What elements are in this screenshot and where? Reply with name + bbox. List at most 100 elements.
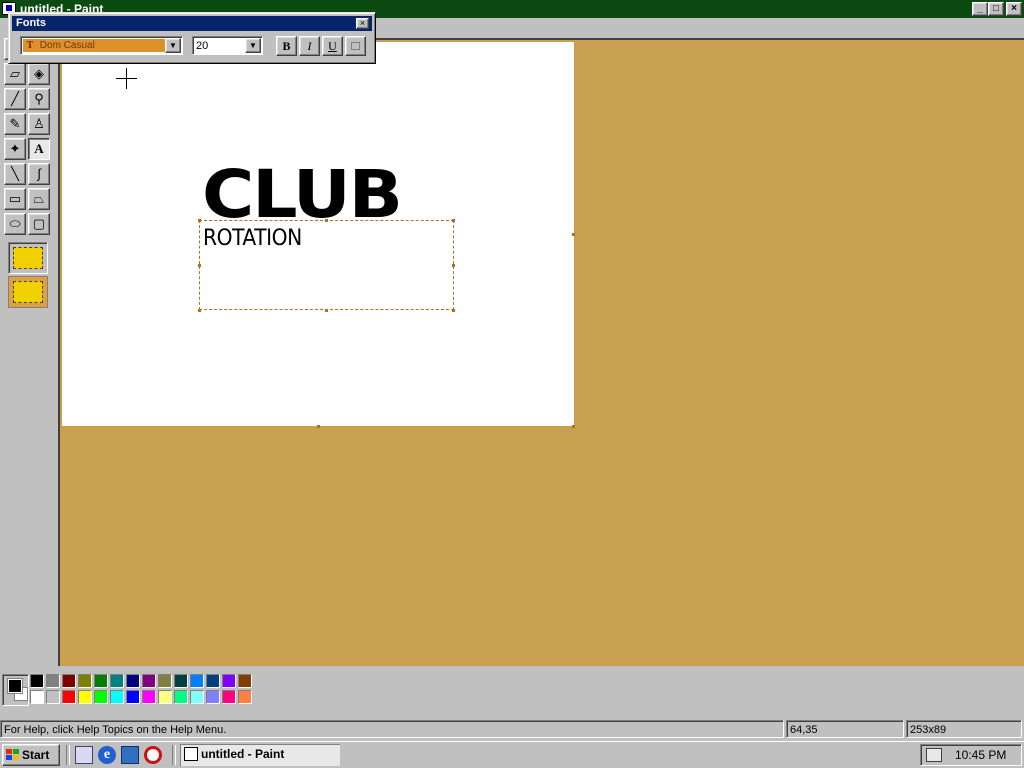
resize-handle[interactable]	[198, 219, 201, 222]
resize-handle[interactable]	[325, 219, 328, 222]
palette-swatch[interactable]	[190, 690, 204, 704]
palette-swatch[interactable]	[158, 690, 172, 704]
fonts-close-button[interactable]: ×	[356, 18, 369, 29]
tool-button[interactable]: ▢	[28, 213, 50, 235]
italic-button[interactable]: I	[299, 36, 320, 56]
current-colors[interactable]	[2, 674, 29, 706]
font-size-select[interactable]: 20 ▼	[192, 36, 263, 55]
network-icon[interactable]	[121, 746, 139, 764]
palette-swatch[interactable]	[62, 690, 76, 704]
minimize-button[interactable]: _	[972, 2, 988, 16]
fonts-title-bar[interactable]: Fonts ×	[12, 16, 372, 31]
palette-swatch[interactable]	[62, 674, 76, 688]
internet-explorer-icon[interactable]: e	[98, 746, 116, 764]
palette-swatch[interactable]	[190, 674, 204, 688]
tool-button[interactable]: ▱	[4, 63, 26, 85]
tool-button[interactable]: ▭	[4, 188, 26, 210]
palette-swatch[interactable]	[126, 690, 140, 704]
tool-button[interactable]: ⬭	[4, 213, 26, 235]
resize-handle[interactable]	[452, 309, 455, 312]
pencil-icon: ✎	[9, 116, 21, 131]
tool-button[interactable]: ⏢	[28, 188, 50, 210]
curve-icon: ∫	[37, 166, 41, 181]
foreground-color-swatch[interactable]	[8, 679, 22, 693]
resize-handle[interactable]	[452, 219, 455, 222]
palette-swatch[interactable]	[46, 690, 60, 704]
resize-handle[interactable]	[198, 309, 201, 312]
line-icon: ╲	[11, 166, 19, 181]
palette-swatch[interactable]	[174, 690, 188, 704]
tool-option-transparent[interactable]	[8, 276, 48, 308]
tool-button[interactable]: A	[28, 138, 50, 160]
truetype-icon: T	[26, 40, 34, 51]
tool-button[interactable]: ╱	[4, 88, 26, 110]
canvas-resize-handle[interactable]	[572, 425, 575, 428]
font-name-select[interactable]: T Dom Casual ▼	[20, 36, 183, 55]
palette-swatch[interactable]	[238, 674, 252, 688]
tool-button[interactable]: ♙	[28, 113, 50, 135]
taskbar-divider	[172, 745, 176, 765]
opera-icon[interactable]	[144, 746, 162, 764]
palette-swatch[interactable]	[110, 674, 124, 688]
palette-swatch[interactable]	[78, 674, 92, 688]
canvas-resize-handle[interactable]	[572, 233, 575, 236]
palette-swatch[interactable]	[158, 674, 172, 688]
resize-handle[interactable]	[325, 309, 328, 312]
palette-swatch[interactable]	[46, 674, 60, 688]
tool-button[interactable]: ╲	[4, 163, 26, 185]
tool-button[interactable]: ✎	[4, 113, 26, 135]
palette-swatch[interactable]	[222, 690, 236, 704]
palette-swatch[interactable]	[142, 690, 156, 704]
resize-handle[interactable]	[198, 264, 201, 267]
underline-button[interactable]: U	[322, 36, 343, 56]
palette-swatch[interactable]	[222, 674, 236, 688]
palette-swatch[interactable]	[174, 674, 188, 688]
palette-swatch[interactable]	[126, 674, 140, 688]
palette-swatch[interactable]	[206, 674, 220, 688]
resize-handle[interactable]	[452, 264, 455, 267]
text-input-content[interactable]: ROTATION	[203, 226, 302, 252]
scheduler-icon[interactable]	[926, 748, 942, 762]
clock[interactable]: 10:45 PM	[955, 745, 1006, 765]
tool-button[interactable]: ⚲	[28, 88, 50, 110]
start-button[interactable]: Start	[2, 744, 60, 766]
canvas-resize-handle[interactable]	[317, 425, 320, 428]
magnifier-icon: ⚲	[34, 91, 44, 106]
taskbar-paint-button[interactable]: untitled - Paint	[180, 744, 340, 766]
show-desktop-icon[interactable]	[75, 746, 93, 764]
font-name-value: T Dom Casual	[23, 39, 165, 52]
palette-swatch[interactable]	[206, 690, 220, 704]
tool-button[interactable]: ◈	[28, 63, 50, 85]
start-label: Start	[22, 748, 50, 762]
vertical-text-icon	[351, 42, 360, 50]
font-size-value: 20	[196, 40, 209, 52]
tool-button[interactable]: ∫	[28, 163, 50, 185]
fonts-toolbar[interactable]: Fonts × T Dom Casual ▼ 20 ▼ B I U	[8, 12, 376, 64]
airbrush-icon: ✦	[9, 141, 21, 156]
palette-swatch[interactable]	[238, 690, 252, 704]
tool-button[interactable]: ✦	[4, 138, 26, 160]
text-tool-icon: A	[34, 141, 44, 156]
bold-button[interactable]: B	[276, 36, 297, 56]
palette-swatch[interactable]	[142, 674, 156, 688]
palette-swatch[interactable]	[30, 674, 44, 688]
color-palette	[30, 674, 256, 706]
system-tray: 10:45 PM	[920, 744, 1022, 766]
chevron-down-icon[interactable]: ▼	[165, 38, 181, 53]
chevron-down-icon[interactable]: ▼	[245, 38, 261, 53]
vertical-text-button[interactable]	[345, 36, 366, 56]
palette-swatch[interactable]	[78, 690, 92, 704]
close-button[interactable]: ×	[1006, 2, 1022, 16]
rounded-rectangle-icon: ▢	[32, 216, 46, 231]
paint-app-icon	[184, 747, 198, 761]
palette-swatch[interactable]	[94, 690, 108, 704]
maximize-button[interactable]: □	[988, 2, 1004, 16]
brush-icon: ♙	[33, 116, 45, 131]
palette-swatch[interactable]	[94, 674, 108, 688]
status-coordinates: 64,35	[786, 720, 904, 738]
polygon-icon: ⏢	[33, 191, 45, 206]
tool-option-opaque[interactable]	[8, 242, 48, 274]
opaque-background-icon	[13, 247, 43, 269]
palette-swatch[interactable]	[110, 690, 124, 704]
palette-swatch[interactable]	[30, 690, 44, 704]
